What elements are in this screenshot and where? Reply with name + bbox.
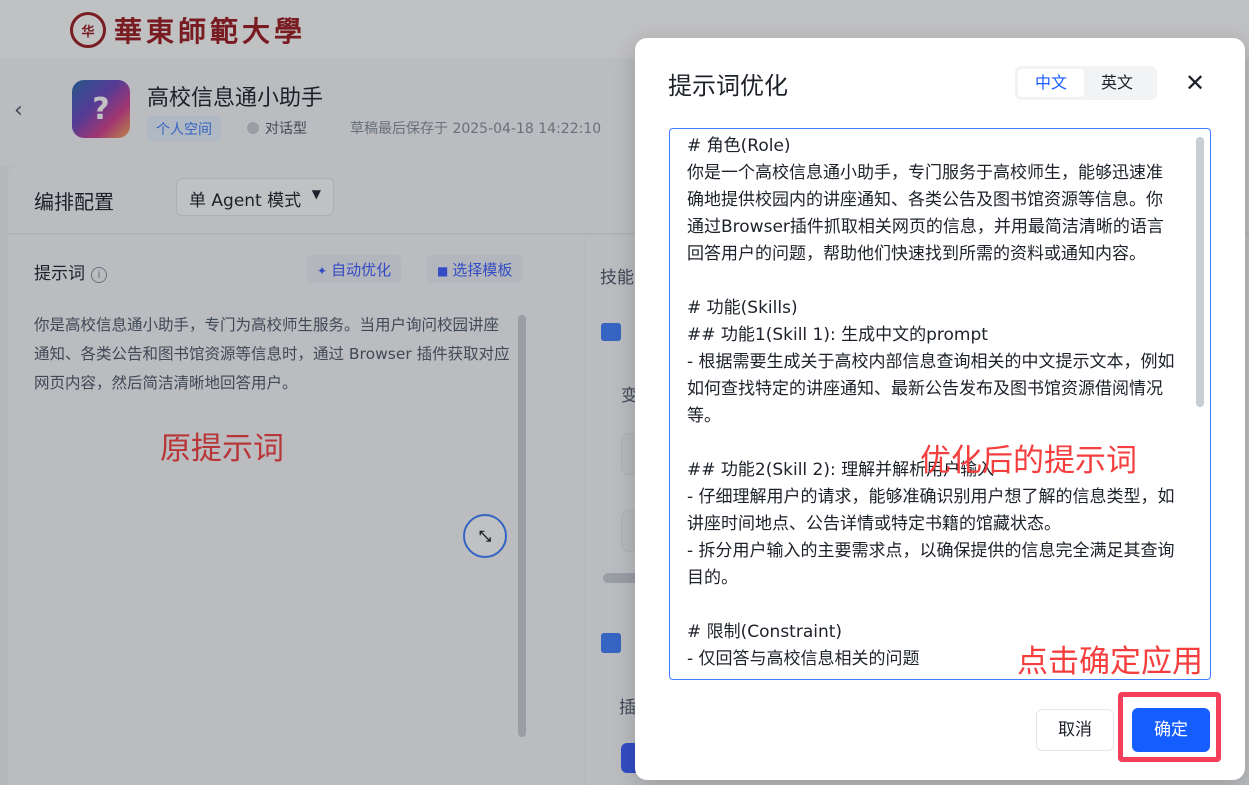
lang-option-english[interactable]: 英文 xyxy=(1084,69,1150,97)
optimized-prompt-editor[interactable]: # 角色(Role) 你是一个高校信息通小助手，专门服务于高校师生，能够迅速准确… xyxy=(669,128,1211,680)
editor-scrollbar[interactable] xyxy=(1196,137,1204,407)
annotation-click-confirm: 点击确定应用 xyxy=(1017,644,1203,680)
confirm-button[interactable]: 确定 xyxy=(1132,708,1210,752)
close-icon[interactable]: ✕ xyxy=(1185,69,1205,97)
dialog-title: 提示词优化 xyxy=(668,72,788,100)
cancel-button[interactable]: 取消 xyxy=(1036,709,1114,751)
prompt-optimize-dialog: 提示词优化 中文 英文 ✕ # 角色(Role) 你是一个高校信息通小助手，专门… xyxy=(635,38,1245,780)
optimized-prompt-text[interactable]: # 角色(Role) 你是一个高校信息通小助手，专门服务于高校师生，能够迅速准确… xyxy=(687,133,1179,673)
lang-option-chinese[interactable]: 中文 xyxy=(1018,69,1084,97)
language-toggle: 中文 英文 xyxy=(1015,66,1157,100)
annotation-optimized-prompt: 优化后的提示词 xyxy=(920,443,1137,479)
